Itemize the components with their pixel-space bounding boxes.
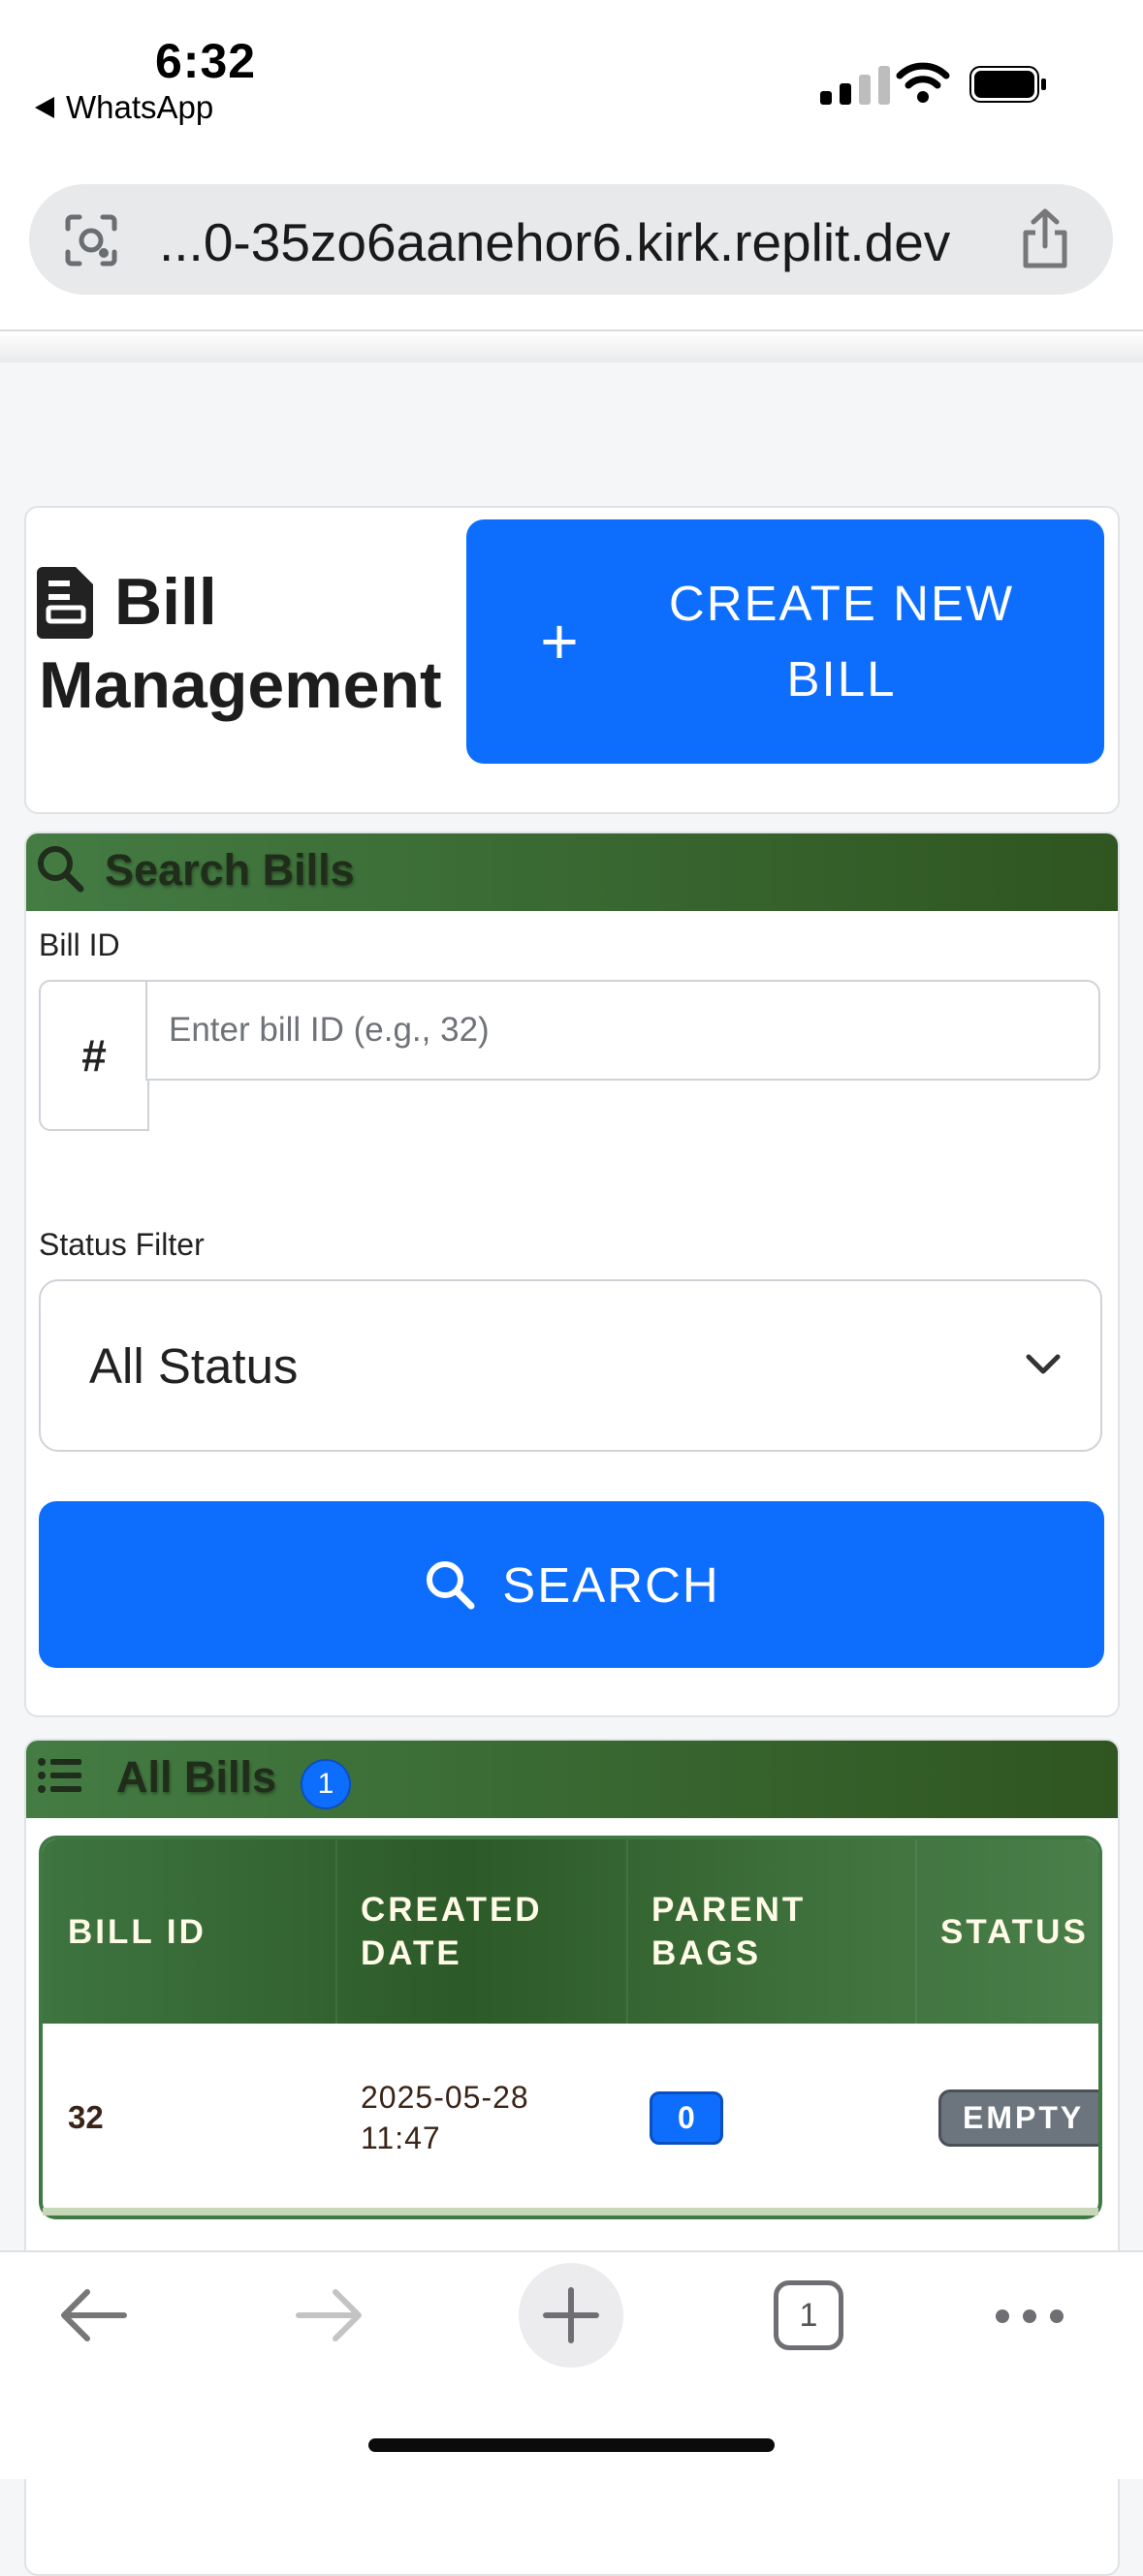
status-badge: EMPTY bbox=[938, 2089, 1098, 2147]
column-header-parent-bags[interactable]: PARENT BAGS bbox=[626, 1839, 859, 2024]
cell-created-date-day: 2025-05-28 bbox=[361, 2080, 529, 2115]
forward-arrow-icon[interactable] bbox=[293, 2285, 366, 2345]
create-new-bill-button[interactable]: + CREATE NEW BILL bbox=[466, 519, 1104, 764]
cell-bill-id: 32 bbox=[68, 2099, 104, 2135]
back-to-app-link[interactable]: WhatsApp bbox=[35, 89, 213, 126]
new-tab-button[interactable] bbox=[519, 2263, 623, 2368]
table-header: BILL ID CREATED DATE PARENT BAGS STATUS bbox=[43, 1839, 1098, 2024]
plus-icon bbox=[543, 2287, 599, 2343]
page-title: Bill Management bbox=[39, 560, 485, 727]
status-filter-label: Status Filter bbox=[39, 1227, 205, 1262]
column-divider bbox=[335, 1839, 337, 2024]
plus-icon: + bbox=[540, 605, 579, 678]
list-icon bbox=[38, 1758, 81, 1793]
search-button[interactable]: SEARCH bbox=[39, 1501, 1104, 1668]
chevron-down-icon bbox=[1026, 1354, 1061, 1374]
url-text[interactable]: ...0-35zo6aanehor6.kirk.replit.dev bbox=[159, 211, 950, 273]
back-app-label: WhatsApp bbox=[66, 89, 214, 125]
bill-id-input[interactable] bbox=[145, 980, 1100, 1081]
search-bills-heading: Search Bills bbox=[105, 845, 355, 895]
search-icon bbox=[38, 846, 84, 893]
camera-lens-icon[interactable] bbox=[62, 211, 120, 269]
column-header-status[interactable]: STATUS bbox=[915, 1839, 1098, 2024]
cell-created-date: 2025-05-28 11:47 bbox=[335, 2024, 626, 2212]
column-header-bill-id[interactable]: BILL ID bbox=[43, 1839, 335, 2024]
back-arrow-icon[interactable] bbox=[56, 2285, 130, 2345]
column-divider bbox=[915, 1839, 917, 2024]
bills-table: BILL ID CREATED DATE PARENT BAGS STATUS … bbox=[39, 1836, 1102, 2219]
home-indicator bbox=[368, 2438, 775, 2452]
status-time: 6:32 bbox=[155, 34, 257, 88]
cell-parent-bags: 0 bbox=[626, 2024, 915, 2212]
cellular-signal-icon bbox=[820, 66, 890, 105]
cell-status: EMPTY bbox=[915, 2024, 1098, 2212]
bill-id-label: Bill ID bbox=[39, 927, 120, 962]
column-divider bbox=[626, 1839, 628, 2024]
parent-bags-badge: 0 bbox=[650, 2090, 723, 2145]
page-top-shadow bbox=[0, 331, 1143, 362]
status-filter-select[interactable]: All Status bbox=[39, 1279, 1102, 1452]
back-triangle-icon bbox=[35, 97, 54, 118]
more-options-icon[interactable] bbox=[993, 2305, 1066, 2328]
tabs-button[interactable]: 1 bbox=[774, 2280, 843, 2350]
wifi-icon bbox=[896, 62, 950, 103]
share-icon[interactable] bbox=[1016, 207, 1074, 271]
page-title-line2: Management bbox=[39, 648, 442, 722]
search-icon bbox=[427, 1561, 475, 1610]
hash-prefix: # bbox=[39, 980, 149, 1131]
create-new-bill-label: CREATE NEW BILL bbox=[668, 576, 1015, 707]
page-title-line1: Bill bbox=[114, 565, 217, 639]
column-header-created-date[interactable]: CREATED DATE bbox=[335, 1839, 568, 2024]
search-button-label: SEARCH bbox=[502, 1556, 720, 1613]
bill-count-badge: 1 bbox=[301, 1759, 351, 1809]
cell-created-date-time: 11:47 bbox=[361, 2120, 441, 2155]
all-bills-heading: All Bills bbox=[116, 1752, 277, 1802]
status-filter-value: All Status bbox=[89, 1337, 299, 1394]
table-scrollbar-track[interactable] bbox=[43, 2208, 1098, 2215]
battery-icon bbox=[969, 66, 1046, 103]
